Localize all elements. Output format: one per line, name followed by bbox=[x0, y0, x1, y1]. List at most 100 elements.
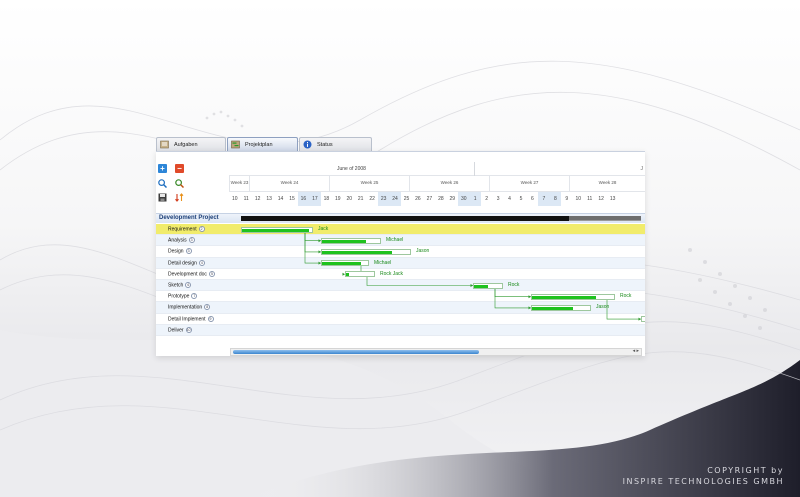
day-label: 11 bbox=[243, 196, 249, 202]
task-badge[interactable]: 3 bbox=[188, 237, 195, 244]
task-name: Development doc 5 bbox=[168, 270, 215, 277]
task-badge[interactable]: 2 bbox=[198, 226, 205, 232]
day-label: 7 bbox=[538, 192, 550, 206]
day-label: 9 bbox=[565, 196, 569, 202]
tab-status[interactable]: Status bbox=[299, 137, 372, 151]
tab-label: Projektplan bbox=[245, 141, 273, 148]
scroll-arrows[interactable]: ◂ ▸ bbox=[633, 348, 639, 354]
zoom-out-icon[interactable] bbox=[175, 179, 185, 189]
gantt-bar[interactable] bbox=[473, 282, 503, 289]
copyright-line-1: COPYRIGHT by bbox=[707, 466, 784, 475]
tasks-icon bbox=[160, 140, 169, 149]
gantt-bar[interactable] bbox=[241, 226, 313, 233]
task-badge[interactable]: 10 bbox=[185, 326, 192, 333]
gantt-resource-label: Jason bbox=[416, 248, 430, 255]
day-label: 17 bbox=[309, 192, 321, 206]
week-label: Week 27 bbox=[489, 176, 569, 192]
task-name: Sketch 6 bbox=[168, 281, 192, 288]
gantt-bar[interactable] bbox=[321, 237, 381, 244]
task-badge[interactable]: 3 bbox=[185, 248, 192, 255]
gantt-toolbar: + − bbox=[156, 152, 229, 212]
gantt-bar-progress bbox=[474, 284, 488, 288]
project-title: Development Project bbox=[159, 215, 219, 221]
day-label: 23 bbox=[377, 192, 390, 206]
save-icon[interactable] bbox=[158, 193, 167, 202]
gantt-bar-progress bbox=[532, 306, 573, 310]
day-label: 16 bbox=[297, 192, 310, 206]
tab-aufgaben[interactable]: Aufgaben bbox=[156, 137, 226, 151]
task-name: Design 3 bbox=[168, 248, 192, 255]
task-badge[interactable]: 9 bbox=[207, 315, 214, 322]
day-row: 10 11 12 13 14 15 16 17 18 19 20 21 22 23 24 25 26 27 28 29… bbox=[229, 192, 645, 206]
next-month-label: J bbox=[640, 166, 644, 172]
day-label: 18 bbox=[323, 196, 330, 202]
gantt-bar-progress bbox=[322, 250, 393, 254]
day-label: 10 bbox=[575, 196, 582, 202]
day-label: 14 bbox=[277, 196, 284, 202]
task-name: Prototype 7 bbox=[168, 293, 198, 300]
dependency-link bbox=[606, 296, 641, 320]
week-row: Week 23 Week 24 Week 25 Week 26 Week 27 Week … bbox=[229, 176, 645, 192]
gantt-bar[interactable] bbox=[345, 271, 375, 278]
month-row: June of 2008 J bbox=[229, 162, 645, 176]
day-label: 10 bbox=[231, 196, 238, 202]
zoom-in-icon[interactable] bbox=[158, 179, 168, 189]
day-label: 27 bbox=[426, 196, 433, 202]
task-badge[interactable]: 6 bbox=[185, 281, 192, 288]
horizontal-scrollbar[interactable]: ◂ ▸ bbox=[230, 348, 642, 356]
gantt-bar-progress bbox=[242, 228, 309, 232]
tab-projektplan[interactable]: Projektplan bbox=[227, 137, 298, 151]
day-label: 11 bbox=[587, 196, 593, 202]
gantt-resource-label: Michael bbox=[374, 259, 392, 266]
task-badge[interactable]: 4 bbox=[198, 259, 205, 266]
gantt-bar-progress bbox=[322, 262, 362, 266]
day-label: 5 bbox=[519, 196, 523, 202]
day-label: 13 bbox=[609, 196, 616, 202]
add-task-icon[interactable]: + bbox=[158, 164, 167, 173]
gantt-bar[interactable] bbox=[531, 304, 591, 311]
month-label: June of 2008 bbox=[337, 166, 366, 172]
week-label: Week 23 bbox=[229, 176, 249, 192]
week-label: Week 24 bbox=[249, 176, 329, 192]
task-badge[interactable]: 5 bbox=[208, 270, 215, 277]
gantt-resource-label: Rock Jack bbox=[380, 270, 404, 277]
project-summary-bar[interactable] bbox=[241, 216, 641, 221]
day-label: 1 bbox=[469, 192, 481, 206]
copyright-line-2: INSPIRE TECHNOLOGIES GMBH bbox=[622, 477, 784, 486]
week-label: Week 26 bbox=[409, 176, 489, 192]
delete-task-icon[interactable]: − bbox=[175, 164, 184, 173]
project-plan-panel: + − June of 2008 J Week 23 Week 24 Week 25… bbox=[156, 151, 645, 356]
day-label: 4 bbox=[508, 196, 511, 202]
sort-icon[interactable] bbox=[175, 193, 184, 202]
timeline-header: June of 2008 J Week 23 Week 24 Week 25 Week… bbox=[229, 162, 645, 206]
project-summary-row[interactable]: Development Project bbox=[156, 213, 645, 223]
day-label: 8 bbox=[549, 192, 562, 206]
task-badge[interactable]: 7 bbox=[191, 293, 198, 300]
task-name: Analysis 3 bbox=[168, 237, 195, 244]
scrollbar-thumb[interactable] bbox=[233, 350, 479, 354]
day-label: 28 bbox=[438, 196, 444, 202]
gantt-bar[interactable] bbox=[321, 260, 369, 267]
gantt-bar-progress bbox=[346, 273, 349, 277]
day-label: 15 bbox=[289, 196, 295, 202]
week-label: Week 28 bbox=[569, 176, 645, 192]
day-label: 13 bbox=[266, 196, 272, 202]
tab-bar: Aufgaben Projektplan Status bbox=[156, 137, 373, 151]
task-badge[interactable]: 8 bbox=[204, 304, 211, 311]
task-name: Requirement 2 bbox=[168, 226, 205, 232]
gantt-bar[interactable] bbox=[641, 316, 645, 323]
gantt-resource-label: Rock bbox=[508, 282, 520, 288]
day-label: 22 bbox=[369, 196, 375, 202]
day-label: 21 bbox=[357, 196, 364, 202]
month-separator bbox=[474, 162, 475, 176]
gantt-resource-label: Rock bbox=[620, 293, 632, 300]
project-progress-fill bbox=[241, 216, 569, 221]
gantt-resource-label: Jason bbox=[596, 304, 610, 311]
gantt-resource-label: Michael bbox=[386, 237, 404, 244]
gantt-bar-progress bbox=[532, 295, 596, 299]
gantt-bar[interactable] bbox=[531, 293, 615, 300]
gantt-chart: Jack Michael Jason Michael Rock Jack Rock Rock… bbox=[229, 224, 645, 339]
task-name: Deliver 10 bbox=[168, 326, 192, 334]
gantt-bar[interactable] bbox=[321, 248, 411, 255]
tab-label: Status bbox=[317, 141, 333, 148]
